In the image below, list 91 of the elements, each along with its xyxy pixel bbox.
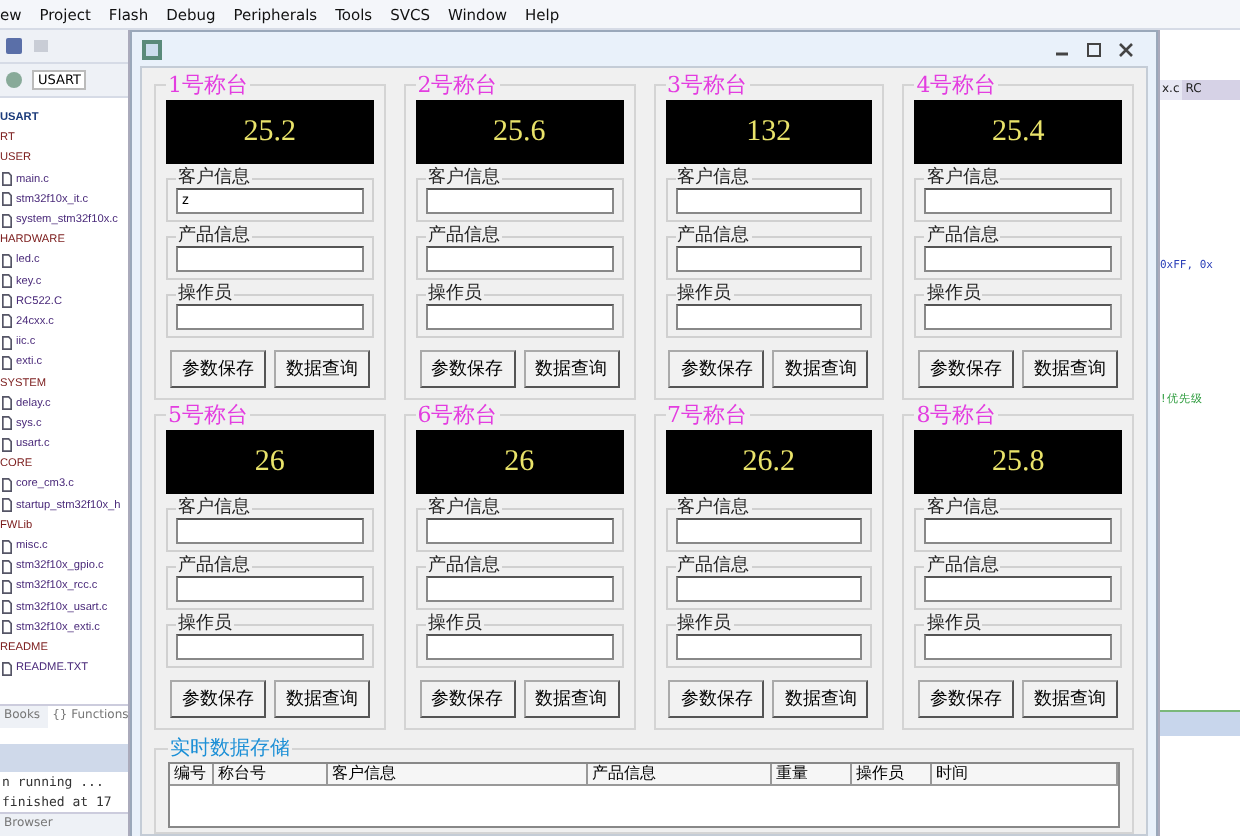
input-field[interactable] <box>425 304 613 330</box>
query-button[interactable]: 数据查询 <box>772 350 869 388</box>
save-button[interactable]: 参数保存 <box>668 350 765 388</box>
save-button[interactable]: 参数保存 <box>668 680 765 718</box>
input-field[interactable] <box>176 634 364 660</box>
field-label: 操作员 <box>176 284 234 304</box>
scale-title: 4号称台 <box>914 70 999 100</box>
column-header[interactable]: 时间 <box>932 764 1118 784</box>
field-label: 客户信息 <box>675 168 751 188</box>
save-button[interactable]: 参数保存 <box>918 680 1015 718</box>
weight-reading: 26 <box>254 445 285 479</box>
weight-reading: 25.2 <box>243 115 296 149</box>
field-label: 客户信息 <box>675 498 751 518</box>
field-label: 产品信息 <box>425 226 502 246</box>
input-field[interactable] <box>924 304 1112 330</box>
field-label: 客户信息 <box>924 498 1001 518</box>
input-field[interactable] <box>176 246 364 272</box>
query-button[interactable]: 数据查询 <box>1022 680 1119 718</box>
weight-reading: 26.2 <box>742 445 795 479</box>
storage-title: 实时数据存储 <box>168 735 292 762</box>
input-field[interactable] <box>924 576 1112 602</box>
field-label: 操作员 <box>425 284 484 304</box>
input-field[interactable] <box>675 576 863 602</box>
column-header[interactable]: 称台号 <box>214 764 328 784</box>
column-header[interactable]: 编号 <box>170 764 214 784</box>
scale-title: 5号称台 <box>166 400 250 430</box>
input-field[interactable] <box>924 188 1112 214</box>
output-header <box>0 744 128 772</box>
field-label: 操作员 <box>425 614 484 634</box>
field-label: 客户信息 <box>924 168 1001 188</box>
save-button[interactable]: 参数保存 <box>419 350 516 388</box>
scale-title: 8号称台 <box>914 400 999 430</box>
scale-title: 1号称台 <box>166 70 250 100</box>
input-field[interactable] <box>924 518 1112 544</box>
input-field[interactable] <box>425 518 613 544</box>
input-field[interactable] <box>675 188 863 214</box>
field-label: 客户信息 <box>176 168 252 188</box>
query-button[interactable]: 数据查询 <box>273 680 370 718</box>
field-label: 操作员 <box>924 614 983 634</box>
query-button[interactable]: 数据查询 <box>772 680 869 718</box>
scale-title: 2号称台 <box>415 70 500 100</box>
input-field[interactable] <box>425 576 613 602</box>
scale-title: 6号称台 <box>415 400 500 430</box>
input-field[interactable] <box>675 246 863 272</box>
field-label: 客户信息 <box>425 168 502 188</box>
column-header[interactable]: 操作员 <box>852 764 932 784</box>
maximize-icon[interactable] <box>1084 41 1104 57</box>
query-button[interactable]: 数据查询 <box>1022 350 1119 388</box>
field-label: 产品信息 <box>176 226 252 246</box>
field-label: 产品信息 <box>176 556 252 576</box>
input-field[interactable] <box>675 634 863 660</box>
query-button[interactable]: 数据查询 <box>273 350 370 388</box>
field-label: 产品信息 <box>675 226 751 246</box>
save-button[interactable]: 参数保存 <box>169 350 266 388</box>
field-label: 客户信息 <box>176 498 252 518</box>
input-field[interactable] <box>924 634 1112 660</box>
column-header[interactable]: 产品信息 <box>588 764 772 784</box>
field-label: 操作员 <box>675 284 733 304</box>
field-label: 产品信息 <box>425 556 502 576</box>
input-field[interactable] <box>675 304 863 330</box>
weight-reading: 132 <box>746 115 792 149</box>
input-field[interactable] <box>924 246 1112 272</box>
input-field[interactable] <box>425 634 613 660</box>
query-button[interactable]: 数据查询 <box>523 680 620 718</box>
app-icon <box>140 37 164 61</box>
weight-reading: 26 <box>504 445 535 479</box>
input-field[interactable] <box>425 188 613 214</box>
query-button[interactable]: 数据查询 <box>523 350 620 388</box>
scale-title: 3号称台 <box>665 70 749 100</box>
field-label: 产品信息 <box>924 556 1001 576</box>
weight-reading: 25.4 <box>992 115 1045 149</box>
save-button[interactable]: 参数保存 <box>169 680 266 718</box>
column-header[interactable]: 重量 <box>772 764 852 784</box>
save-button[interactable]: 参数保存 <box>419 680 516 718</box>
weight-reading: 25.6 <box>493 115 546 149</box>
field-label: 操作员 <box>675 614 733 634</box>
field-label: 产品信息 <box>924 226 1001 246</box>
scale-title: 7号称台 <box>665 400 749 430</box>
input-field[interactable] <box>176 304 364 330</box>
close-icon[interactable] <box>1116 41 1136 57</box>
field-label: 产品信息 <box>675 556 751 576</box>
field-label: 客户信息 <box>425 498 502 518</box>
field-label: 操作员 <box>924 284 983 304</box>
column-header[interactable]: 客户信息 <box>328 764 588 784</box>
input-field[interactable] <box>675 518 863 544</box>
input-field[interactable] <box>425 246 613 272</box>
weight-reading: 25.8 <box>992 445 1045 479</box>
field-label: 操作员 <box>176 614 234 634</box>
input-field[interactable] <box>176 518 364 544</box>
input-field[interactable] <box>176 576 364 602</box>
save-button[interactable]: 参数保存 <box>918 350 1015 388</box>
